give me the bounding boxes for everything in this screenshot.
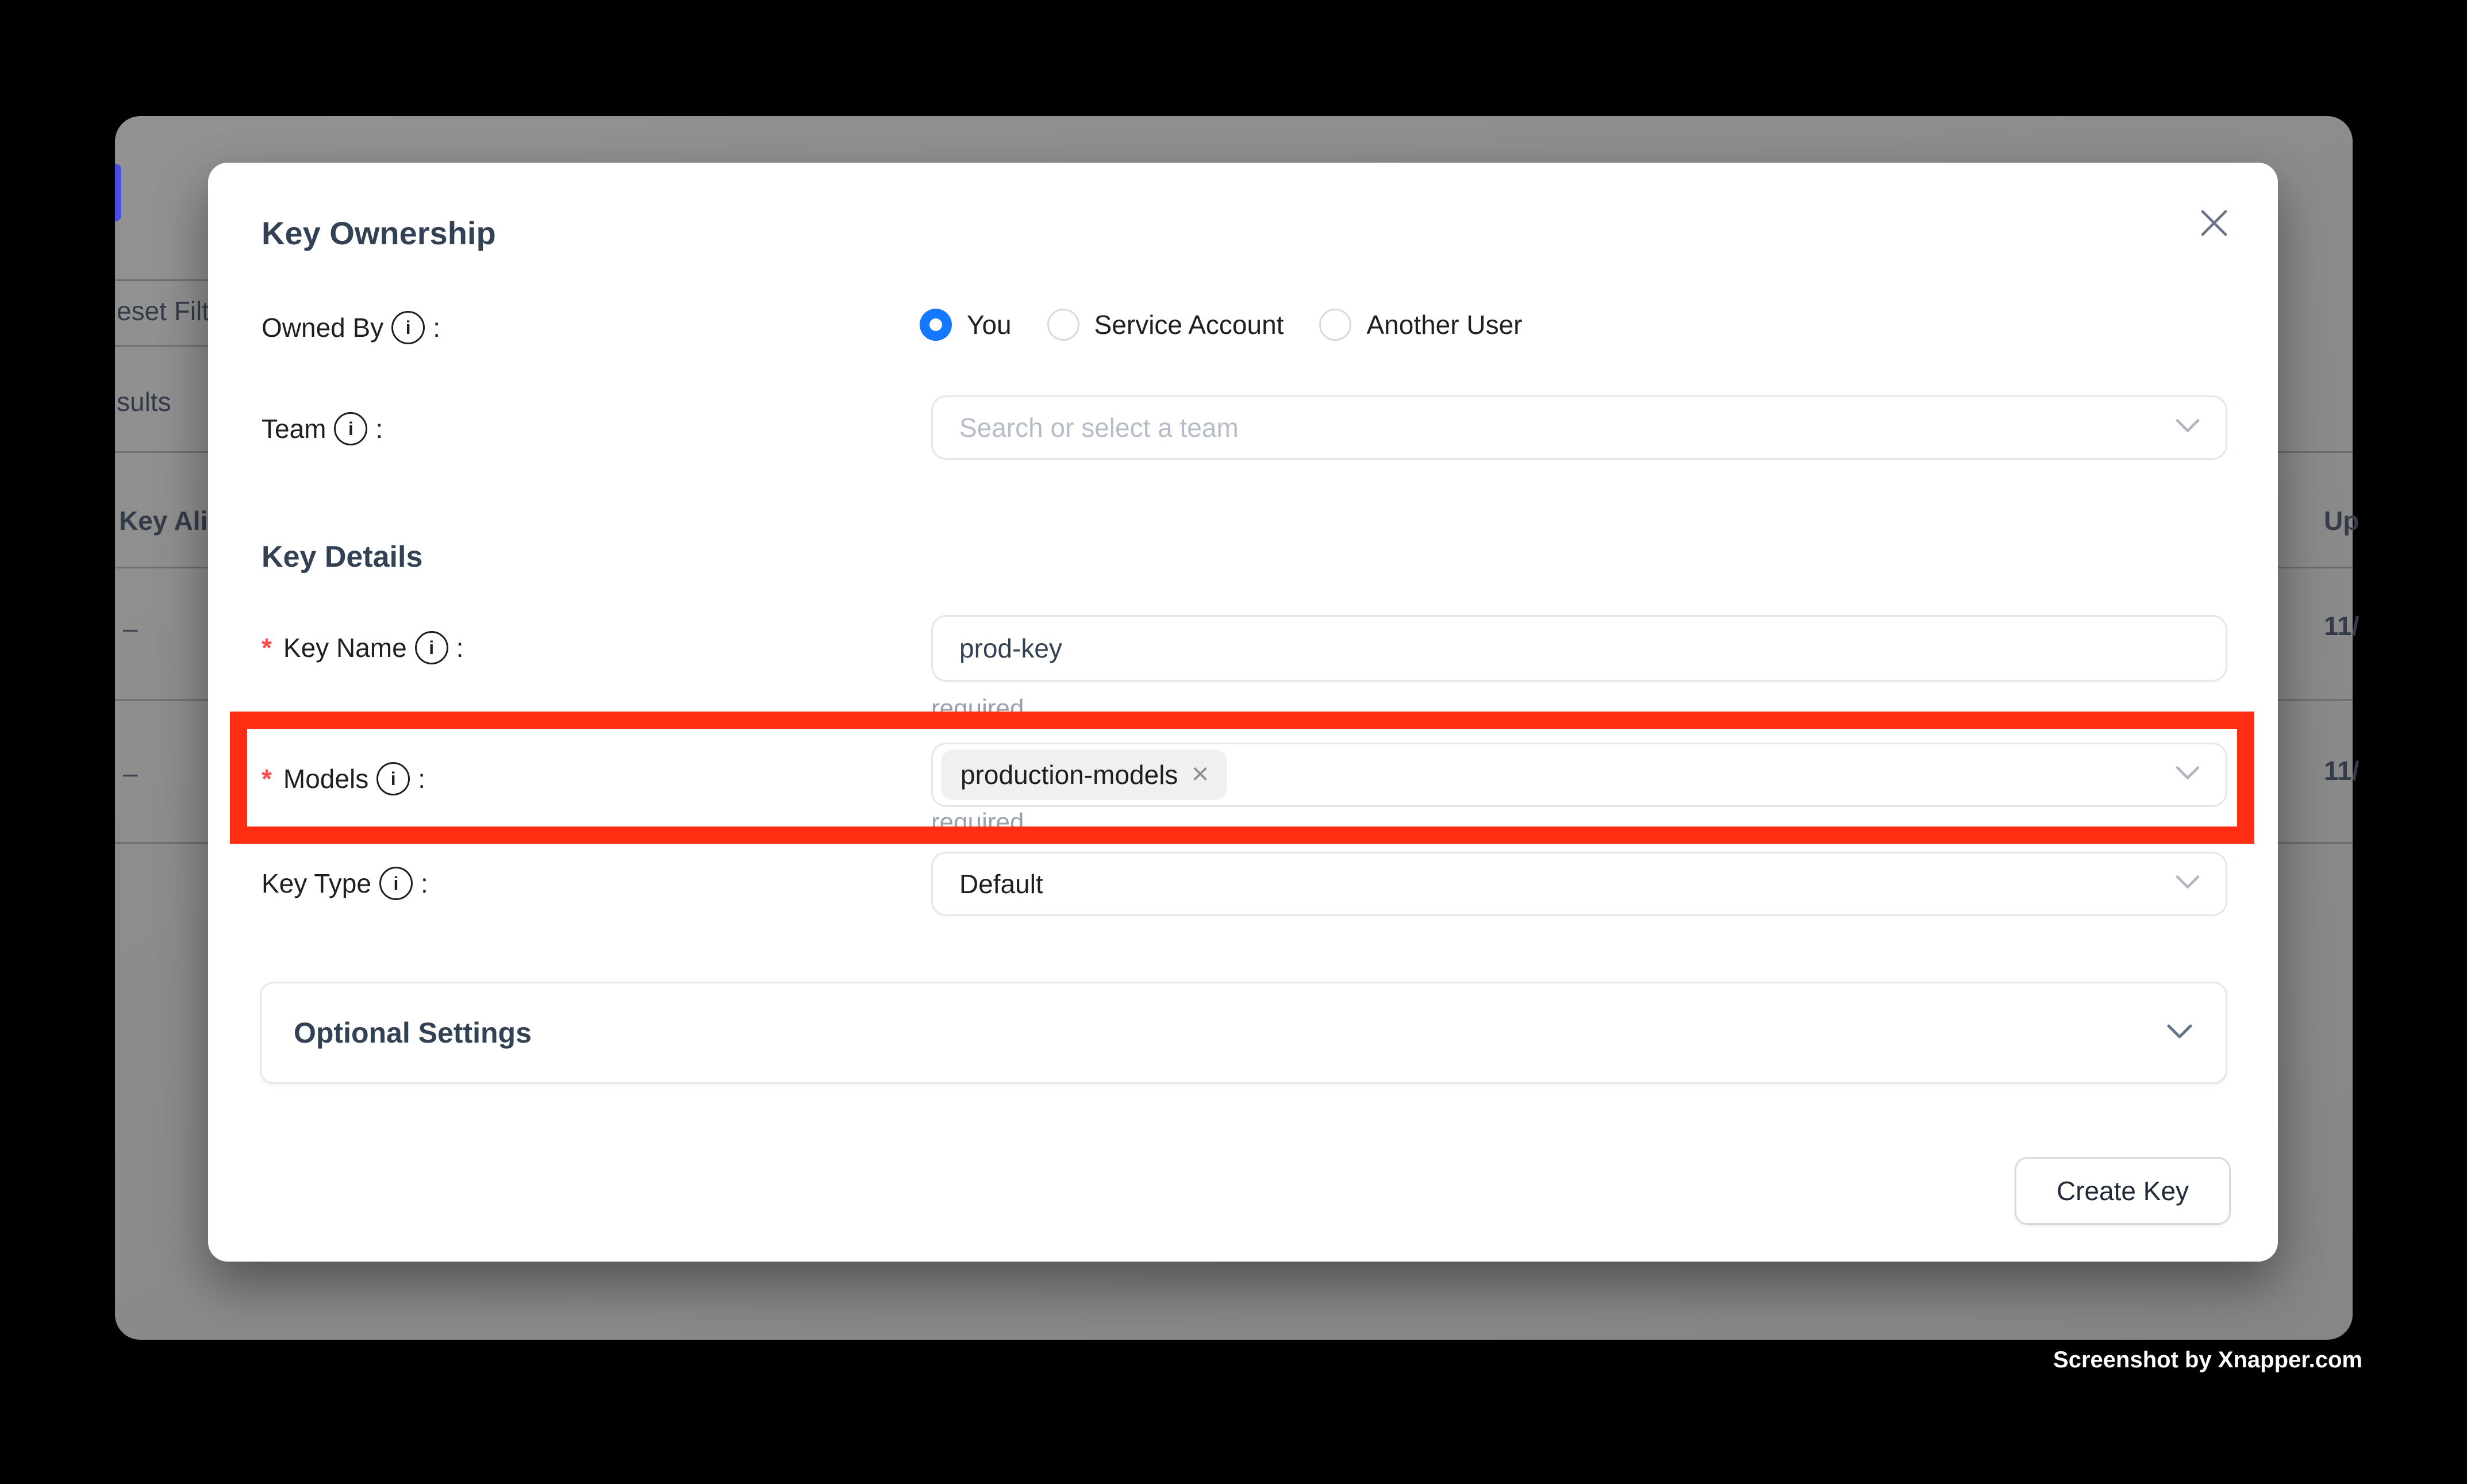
key-name-validation-message: required — [931, 694, 1024, 723]
table-header-key-alias-fragment: Key Alia — [119, 508, 222, 534]
section-key-details: Key Details — [262, 540, 422, 574]
team-label-text: Team — [262, 413, 326, 444]
models-label: * Models i : — [262, 762, 425, 795]
models-select[interactable]: production-models ✕ — [931, 743, 2227, 807]
chevron-down-icon — [2175, 875, 2200, 894]
close-icon — [2200, 209, 2228, 237]
colon: : — [418, 763, 425, 794]
key-name-input[interactable]: prod-key — [931, 615, 2227, 682]
radio-selected-icon — [920, 309, 952, 341]
models-validation-message: required — [931, 808, 1024, 837]
key-name-label-text: Key Name — [283, 632, 407, 663]
team-select[interactable]: Search or select a team — [931, 395, 2227, 460]
create-key-modal: Key Ownership Owned By i : You Service A… — [208, 163, 2278, 1262]
radio-option-you[interactable]: You — [920, 309, 1012, 341]
radio-unselected-icon — [1319, 309, 1351, 341]
radio-label: You — [967, 309, 1012, 340]
info-icon: i — [334, 412, 367, 445]
owned-by-radio-group: You Service Account Another User — [920, 309, 1522, 341]
owned-by-label-text: Owned By — [262, 312, 383, 343]
colon: : — [433, 312, 440, 343]
radio-label: Service Account — [1094, 309, 1284, 340]
team-select-placeholder: Search or select a team — [959, 412, 1239, 443]
info-icon: i — [376, 762, 410, 795]
chevron-down-icon — [2175, 766, 2200, 785]
selected-model-tag-text: production-models — [960, 759, 1178, 790]
table-header-divider-right — [2278, 567, 2353, 568]
table-cell-date-fragment: 11/ — [2324, 758, 2359, 784]
selected-model-tag: production-models ✕ — [941, 749, 1227, 800]
optional-settings-title: Optional Settings — [294, 1016, 532, 1049]
reset-filters-button-top-border — [115, 279, 208, 281]
remove-tag-icon[interactable]: ✕ — [1190, 762, 1210, 788]
table-row-divider2-left — [115, 842, 208, 844]
key-type-value: Default — [959, 868, 1043, 899]
modal-title: Key Ownership — [262, 214, 496, 252]
info-icon: i — [379, 867, 413, 900]
close-button[interactable] — [2194, 203, 2234, 243]
info-icon: i — [391, 311, 425, 344]
radio-option-service-account[interactable]: Service Account — [1047, 309, 1284, 341]
radio-label: Another User — [1366, 309, 1522, 340]
create-key-button-label: Create Key — [2057, 1175, 2189, 1206]
radio-unselected-icon — [1047, 309, 1079, 341]
table-top-border-right — [2278, 451, 2353, 453]
reset-filters-button-fragment: eset Filt — [117, 298, 209, 324]
chevron-down-icon — [2175, 418, 2200, 437]
colon: : — [375, 413, 383, 444]
table-cell-date-fragment: 11/ — [2324, 613, 2359, 639]
table-row-divider2-right — [2278, 842, 2353, 844]
table-row-divider-right — [2278, 699, 2353, 701]
key-type-select[interactable]: Default — [931, 852, 2227, 916]
owned-by-label: Owned By i : — [262, 311, 440, 344]
table-top-border-left — [115, 451, 208, 453]
chevron-down-icon — [2166, 1023, 2193, 1043]
colon: : — [456, 632, 464, 663]
table-row-divider-left — [115, 699, 208, 701]
colon: : — [421, 868, 428, 899]
table-header-divider-left — [115, 567, 208, 568]
key-name-value: prod-key — [959, 633, 1062, 664]
info-icon: i — [415, 631, 448, 664]
radio-option-another-user[interactable]: Another User — [1319, 309, 1522, 341]
results-count-fragment: sults — [117, 389, 171, 415]
hidden-blue-button-fragment — [115, 164, 121, 221]
table-header-updated-fragment: Up — [2324, 508, 2359, 534]
table-cell-dash: – — [123, 613, 138, 644]
key-type-label: Key Type i : — [262, 867, 428, 900]
key-name-label: * Key Name i : — [262, 631, 463, 664]
reset-filters-button-bottom-border — [115, 345, 208, 347]
models-label-text: Models — [283, 763, 368, 794]
key-type-label-text: Key Type — [262, 868, 371, 899]
team-label: Team i : — [262, 412, 383, 445]
table-cell-dash: – — [123, 758, 138, 789]
required-asterisk: * — [262, 632, 272, 663]
watermark-credit: Screenshot by Xnapper.com — [0, 1347, 2362, 1373]
optional-settings-panel[interactable]: Optional Settings — [260, 982, 2227, 1084]
required-asterisk: * — [262, 763, 272, 794]
create-key-button[interactable]: Create Key — [2015, 1157, 2231, 1225]
